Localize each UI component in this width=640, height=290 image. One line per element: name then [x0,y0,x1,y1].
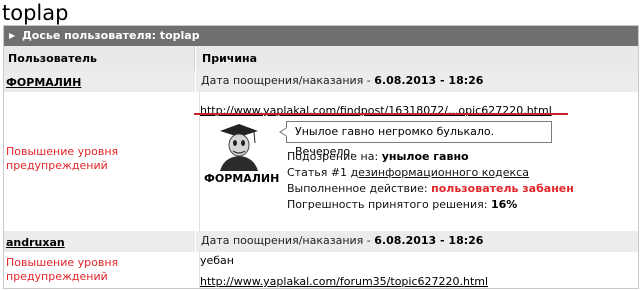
error-line: Погрешность принятого решения: 16% [287,197,517,213]
username-link[interactable]: ФОРМАЛИН [4,76,81,89]
violation-text: Повышение уровня предупреждений [6,145,119,172]
date-prefix: Дата поощрения/наказания - [201,74,371,87]
date-value: 6.08.2013 - 18:26 [374,234,484,247]
row-date-cell: Дата поощрения/наказания - 6.08.2013 - 1… [196,71,638,92]
action-label: Выполненное действие: [287,182,428,195]
action-value: пользователь забанен [431,182,574,195]
speech-bubble-tail-fill [281,128,287,136]
action-line: Выполненное действие: пользователь забан… [287,181,574,197]
date-line: Дата поощрения/наказания - 6.08.2013 - 1… [196,71,638,91]
topic-link-wrap: http://www.yaplakal.com/forum35/topic627… [200,270,488,288]
suspicion-line: Подозрение на: унылое гавно [287,149,469,165]
error-label: Погрешность принятого решения: [287,198,488,211]
violation-text: Повышение уровня предупреждений [6,256,119,283]
topic-link[interactable]: http://www.yaplakal.com/forum35/topic627… [200,275,488,288]
panel-title: Досье пользователя: toplap [22,29,200,42]
column-header-user: Пользователь [4,46,195,71]
row-violation-cell: Повышение уровня предупреждений [4,92,195,231]
date-value: 6.08.2013 - 18:26 [374,74,484,87]
avatar [210,121,268,171]
date-prefix: Дата поощрения/наказания - [201,234,371,247]
speech-bubble: Унылое гавно негромко булькало. Вечерело… [286,121,552,158]
triangle-right-icon: ▶ [9,31,16,40]
page-title: toplap [2,1,69,25]
row-user-cell: andruxan [4,231,195,252]
suspicion-value: унылое гавно [381,150,469,163]
avatar-username: ФОРМАЛИН [204,172,280,185]
error-value: 16% [490,198,518,211]
post-link[interactable]: http://www.yaplakal.com/findpost/1631807… [200,104,552,117]
comment-text: уебан [200,254,234,267]
graduate-avatar-icon [220,124,258,171]
suspicion-label: Подозрение на: [287,150,379,163]
column-header-reason: Причина [196,46,638,71]
row-violation-cell: Повышение уровня предупреждений [4,252,195,288]
article-line: Статья #1 дезинформационного кодекса [287,165,529,181]
post-link-wrap: http://www.yaplakal.com/findpost/1631807… [200,99,552,118]
panel-header: ▶ Досье пользователя: toplap [4,26,638,46]
username-link[interactable]: andruxan [4,236,65,249]
row-date-cell: Дата поощрения/наказания - 6.08.2013 - 1… [196,231,638,252]
date-line: Дата поощрения/наказания - 6.08.2013 - 1… [196,231,638,251]
red-underline [194,113,568,115]
article-link[interactable]: дезинформационного кодекса [351,166,529,179]
row-user-cell: ФОРМАЛИН [4,71,195,92]
article-prefix: Статья #1 [287,166,348,179]
